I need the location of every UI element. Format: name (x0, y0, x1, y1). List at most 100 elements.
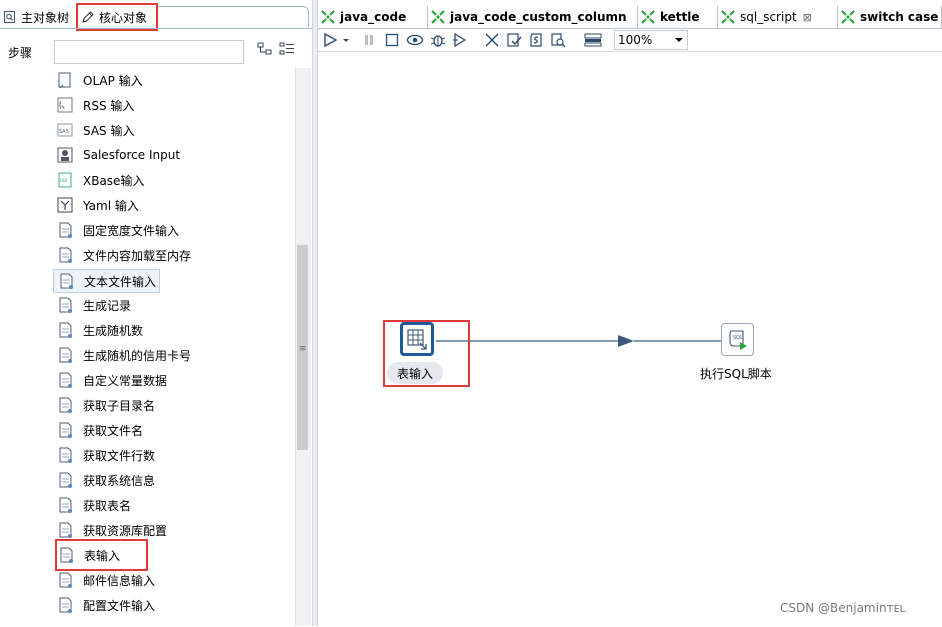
step-item-label: 配置文件输入 (83, 598, 156, 613)
step-item-label: 固定宽度文件输入 (83, 223, 180, 238)
exec-sql-icon: SQL (728, 329, 747, 350)
step-item[interactable]: 文本文件输入 (53, 269, 161, 293)
step-item-label: 获取子目录名 (83, 398, 156, 413)
zoom-select[interactable]: 100% (614, 30, 688, 50)
steps-search-input[interactable] (54, 40, 244, 64)
collapse-all-icon[interactable] (279, 42, 295, 59)
editor-tab[interactable]: sql_script ⊠ (718, 6, 838, 28)
watermark: CSDN @Benjaminᴛᴇʟ (780, 601, 906, 615)
transformation-icon (640, 9, 656, 25)
step-item[interactable]: 生成随机数 (56, 319, 143, 341)
step-item[interactable]: 获取表名 (56, 494, 131, 516)
transformation-icon (720, 9, 736, 25)
step-item[interactable]: 生成随机的信用卡号 (56, 344, 191, 366)
stop-icon[interactable] (384, 31, 400, 49)
editor-tab-label: java_code_custom_column (450, 10, 627, 24)
divider (0, 28, 312, 29)
tab-main-object-tree[interactable]: 主对象树 (3, 6, 69, 28)
salesforce-input-icon (56, 146, 74, 164)
step-item[interactable]: 生成记录 (56, 294, 131, 316)
step-item-label: 邮件信息输入 (83, 573, 156, 588)
step-item[interactable]: 获取文件名 (56, 419, 143, 441)
editor-tab[interactable]: java_code (318, 6, 428, 28)
step-item-label: 生成记录 (83, 298, 132, 313)
step-item[interactable]: 自定义常量数据 (56, 369, 167, 391)
step-item[interactable]: 表输入 (54, 539, 149, 571)
step-item-label: RSS 输入 (83, 98, 135, 113)
step-item[interactable]: 获取文件行数 (56, 444, 155, 466)
editor-tab[interactable]: kettle (638, 6, 718, 28)
step-item[interactable]: 获取资源库配置 (56, 519, 167, 541)
show-results-icon[interactable] (584, 31, 602, 49)
get-filenames-icon (56, 421, 74, 439)
step-item-label: 获取文件行数 (83, 448, 156, 463)
step-item[interactable]: DBF XBase输入 (56, 169, 144, 191)
table-input-icon (407, 329, 427, 350)
run-icon[interactable] (322, 31, 338, 49)
step-item-label: 生成随机的信用卡号 (83, 348, 192, 363)
fixed-width-file-icon (56, 221, 74, 239)
step-item-label: 文本文件输入 (84, 274, 157, 289)
step-item[interactable]: RSS 输入 (56, 94, 134, 116)
step-item-label: 获取表名 (83, 498, 132, 513)
explore-database-icon[interactable] (550, 31, 566, 49)
step-item[interactable]: 获取子目录名 (56, 394, 155, 416)
text-file-input-icon (57, 272, 75, 290)
expand-all-icon[interactable] (257, 42, 273, 59)
editor-tab[interactable]: switch case (838, 6, 942, 28)
svg-text:SQL: SQL (733, 335, 743, 341)
step-item[interactable]: SAS SAS 输入 (56, 119, 134, 141)
step-item[interactable]: Salesforce Input (56, 144, 180, 166)
zoom-value: 100% (618, 33, 653, 47)
transformation-icon (840, 9, 856, 25)
step-item[interactable]: 文件内容加载至内存 (56, 244, 191, 266)
step-item-label: 文件内容加载至内存 (83, 248, 192, 263)
step-item-label: OLAP 输入 (83, 73, 143, 88)
system-info-icon (56, 471, 74, 489)
pause-icon[interactable] (362, 31, 376, 49)
step-item-label: 获取文件名 (83, 423, 144, 438)
replay-icon[interactable] (452, 31, 468, 49)
step-item[interactable]: OLAP 输入 (56, 69, 143, 91)
preview-icon[interactable] (406, 31, 424, 49)
left-tab-bar: 主对象树 核心对象 (0, 3, 310, 31)
editor-tab-label: kettle (660, 10, 700, 24)
get-repository-names-icon (56, 521, 74, 539)
data-grid-icon (56, 371, 74, 389)
verify-icon[interactable] (484, 31, 500, 49)
run-options-dropdown-icon[interactable] (342, 31, 350, 49)
steps-search-row: 步骤 (0, 38, 310, 64)
random-ccnumber-icon (56, 346, 74, 364)
step-item-label: 获取系统信息 (83, 473, 156, 488)
debug-icon[interactable] (430, 31, 446, 49)
transformation-icon (430, 9, 446, 25)
exec-sql-node[interactable]: SQL (721, 323, 754, 356)
tab-core-objects[interactable]: 核心对象 (76, 3, 158, 31)
svg-text:SAS: SAS (59, 129, 69, 135)
left-panel: 主对象树 核心对象 步骤 OLAP 输入 RSS 输入 SAS SAS 输入 Sales… (0, 0, 312, 626)
step-item[interactable]: 邮件信息输入 (56, 569, 155, 591)
table-input-node[interactable] (400, 322, 434, 356)
step-item-label: 获取资源库配置 (83, 523, 168, 538)
step-item-label: SAS 输入 (83, 123, 135, 138)
rss-input-icon (56, 96, 74, 114)
sas-input-icon: SAS (56, 121, 74, 139)
editor-tab-label: java_code (340, 10, 407, 24)
generate-rows-icon (56, 296, 74, 314)
get-subfolders-icon (56, 396, 74, 414)
pencil-icon (81, 10, 95, 24)
step-item[interactable]: 固定宽度文件输入 (56, 219, 179, 241)
close-tab-icon[interactable]: ⊠ (803, 11, 812, 24)
step-item[interactable]: 获取系统信息 (56, 469, 155, 491)
exec-sql-node-label: 执行SQL脚本 (700, 367, 772, 381)
editor-tab-bar: java_code java_code_custom_column kettle sq… (318, 4, 942, 28)
chevron-down-icon (675, 38, 683, 42)
step-list: OLAP 输入 RSS 输入 SAS SAS 输入 Salesforce Input DB… (0, 68, 296, 626)
get-sql-icon[interactable] (528, 31, 544, 49)
step-item[interactable]: 配置文件输入 (56, 594, 155, 616)
property-input-icon (56, 596, 74, 614)
editor-tab[interactable]: java_code_custom_column (428, 6, 638, 28)
step-item-label: 自定义常量数据 (83, 373, 168, 388)
impact-analysis-icon[interactable] (506, 31, 522, 49)
step-item[interactable]: Yaml 输入 (56, 194, 139, 216)
